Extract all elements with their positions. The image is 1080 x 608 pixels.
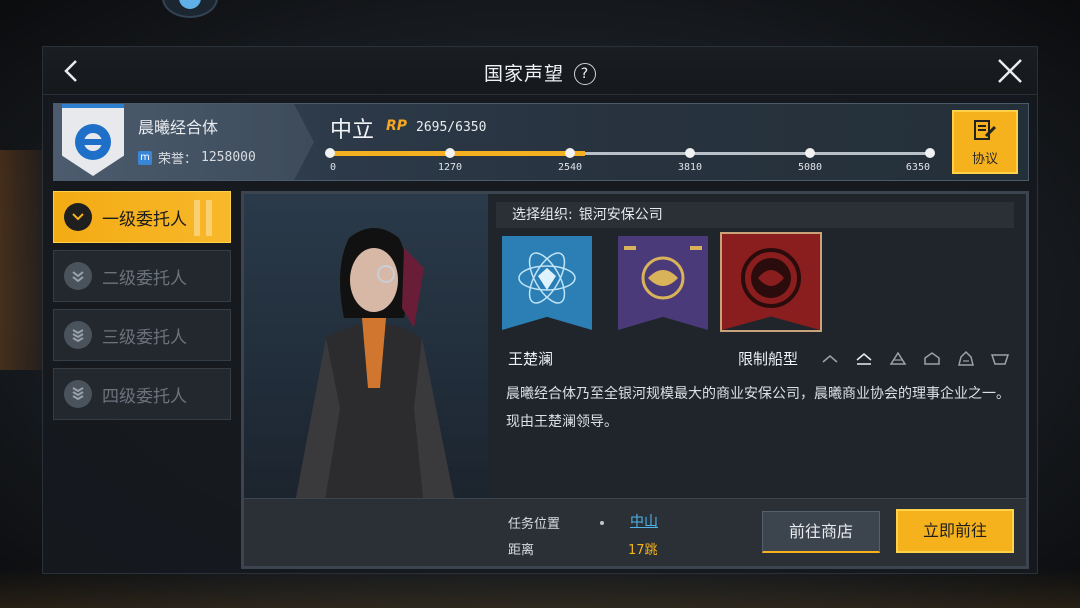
location-label: 任务位置 bbox=[508, 517, 561, 532]
progress-node bbox=[445, 148, 455, 158]
distance-value: 17跳 bbox=[628, 543, 658, 558]
progress-threshold-label: 2540 bbox=[557, 162, 583, 173]
help-icon[interactable]: ? bbox=[574, 63, 596, 85]
rp-value: 2695/6350 bbox=[416, 120, 487, 135]
top-gear-emblem-icon bbox=[162, 0, 218, 18]
page-title: 国家声望? bbox=[43, 59, 1037, 86]
progress-fill bbox=[330, 151, 585, 156]
honor-row: m 荣誉： 1258000 bbox=[138, 148, 256, 167]
reputation-progress-track: 0 1270 2540 3810 5080 6350 bbox=[325, 146, 935, 174]
rp-label: RP bbox=[386, 118, 408, 134]
location-link[interactable]: 中山 bbox=[630, 511, 658, 531]
battleship-icon bbox=[958, 350, 974, 366]
org-select-label: 选择组织: bbox=[512, 207, 573, 223]
progress-node bbox=[325, 148, 335, 158]
org-select-value: 银河安保公司 bbox=[578, 207, 663, 223]
progress-node bbox=[925, 148, 935, 158]
close-button[interactable] bbox=[995, 56, 1025, 86]
dragon-seal-icon bbox=[741, 248, 801, 308]
honor-value: 1258000 bbox=[201, 150, 256, 165]
chevron-down-icon bbox=[64, 203, 92, 231]
mission-footer: 任务位置 中山 距离 17跳 前往商店 立即前往 bbox=[244, 498, 1026, 566]
reputation-header: 晨曦经合体 m 荣誉： 1258000 中立 RP 2695/6350 0 127… bbox=[53, 103, 1029, 181]
carrier-icon bbox=[990, 354, 1010, 365]
client-tier-tabs: 一级委托人 二级委托人 三级委托人 四级委托人 bbox=[53, 191, 231, 427]
tab-tier-1-label: 一级委托人 bbox=[102, 209, 187, 230]
org-name: 晨曦经合体 bbox=[138, 118, 219, 137]
dragon-glyph-icon bbox=[624, 246, 702, 300]
progress-threshold-label: 6350 bbox=[905, 162, 930, 173]
org-badge bbox=[62, 104, 124, 176]
honor-icon: m bbox=[138, 150, 152, 165]
protocol-button[interactable]: 协议 bbox=[952, 110, 1018, 174]
distance-label: 距离 bbox=[508, 543, 535, 558]
reputation-panel: 国家声望? 晨曦经合体 m 荣誉： 1258000 中立 RP 2695/635… bbox=[42, 46, 1038, 574]
tab-tier-2-label: 二级委托人 bbox=[102, 268, 187, 289]
tab-tier-4-label: 四级委托人 bbox=[102, 386, 187, 407]
org-banner-2[interactable] bbox=[618, 236, 708, 330]
leader-name: 王楚澜 bbox=[508, 350, 554, 368]
background-glow-bottom bbox=[0, 568, 1080, 608]
atom-crystal-icon bbox=[518, 252, 576, 304]
progress-node bbox=[805, 148, 815, 158]
page-title-text: 国家声望 bbox=[483, 63, 564, 85]
progress-node bbox=[685, 148, 695, 158]
progress-node bbox=[565, 148, 575, 158]
rank-chevron-icon bbox=[64, 380, 92, 408]
document-edit-icon bbox=[974, 119, 997, 140]
progress-threshold-label: 3810 bbox=[677, 162, 703, 173]
battlecruiser-icon bbox=[924, 352, 940, 365]
frigate-icon bbox=[822, 355, 838, 363]
tab-tier-3-label: 三级委托人 bbox=[102, 327, 187, 348]
progress-threshold-label: 5080 bbox=[797, 162, 823, 173]
org-select-bar: 选择组织: 银河安保公司 bbox=[496, 202, 1014, 228]
org-card: 晨曦经合体 m 荣誉： 1258000 bbox=[54, 104, 314, 180]
rank-chevron-icon bbox=[64, 262, 92, 290]
org-banner-3[interactable] bbox=[720, 232, 822, 332]
location-dot-icon bbox=[600, 521, 604, 525]
rank-chevron-icon bbox=[64, 321, 92, 349]
client-detail-panel: 选择组织: 银河安保公司 王楚澜 限制船型 晨曦经合体乃至全银河规模最大的商业安… bbox=[241, 191, 1029, 569]
org-description: 晨曦经合体乃至全银河规模最大的商业安保公司，晨曦商业协会的理事企业之一。现由王楚… bbox=[506, 386, 1010, 430]
standing-label: 中立 bbox=[330, 118, 375, 143]
ship-type-icons bbox=[820, 350, 1010, 368]
go-now-button[interactable]: 立即前往 bbox=[896, 509, 1014, 553]
go-to-shop-button[interactable]: 前往商店 bbox=[762, 511, 880, 553]
title-bar: 国家声望? bbox=[43, 47, 1037, 95]
ship-restriction-label: 限制船型 bbox=[738, 350, 799, 368]
tab-tier-1[interactable]: 一级委托人 bbox=[53, 191, 231, 243]
honor-label: 荣誉： bbox=[158, 152, 198, 167]
protocol-button-label: 协议 bbox=[971, 151, 998, 167]
cruiser-icon bbox=[889, 351, 907, 365]
org-logo-icon bbox=[75, 124, 111, 160]
tab-tier-2[interactable]: 二级委托人 bbox=[53, 250, 231, 302]
close-icon bbox=[998, 59, 1022, 83]
progress-threshold-label: 0 bbox=[330, 162, 337, 173]
progress-threshold-label: 1270 bbox=[437, 162, 463, 173]
destroyer-icon bbox=[856, 353, 872, 365]
tab-tier-4[interactable]: 四级委托人 bbox=[53, 368, 231, 420]
tab-tier-3[interactable]: 三级委托人 bbox=[53, 309, 231, 361]
org-banner-1[interactable] bbox=[502, 236, 592, 330]
